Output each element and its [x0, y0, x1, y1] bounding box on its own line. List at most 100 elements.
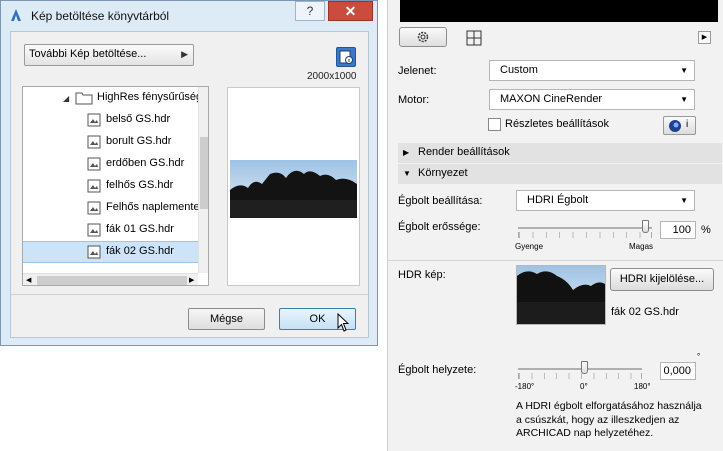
hdr-file-icon	[87, 157, 101, 171]
rotation-mid-label: 0°	[580, 382, 588, 391]
file-name: fák 02 GS.hdr	[106, 245, 174, 257]
hdr-file-name: fák 02 GS.hdr	[611, 306, 679, 318]
rotation-min-label: -180°	[515, 382, 535, 391]
scene-value: Custom	[500, 64, 538, 76]
scroll-right-icon[interactable]: ▶	[189, 276, 194, 284]
hdr-file-icon	[87, 245, 101, 259]
render-preview-strip	[400, 0, 718, 22]
degree-unit: °	[697, 352, 701, 361]
sky-strength-thumb[interactable]	[642, 220, 649, 233]
file-name: Felhős naplemente G	[106, 201, 209, 213]
render-settings-label: Render beállítások	[418, 146, 510, 158]
hdr-image-thumbnail	[516, 265, 606, 325]
file-name: felhős GS.hdr	[106, 179, 174, 191]
sky-position-input[interactable]: 0,000	[660, 362, 696, 380]
sky-position-track[interactable]	[518, 368, 642, 370]
environment-section[interactable]: ▼ Környezet	[398, 164, 722, 184]
info-letter: i	[686, 119, 689, 130]
archicad-app-icon	[9, 8, 23, 22]
sky-position-ticks	[518, 373, 642, 379]
hdr-preview-image	[230, 160, 357, 218]
percent-unit: %	[701, 224, 711, 236]
file-row[interactable]: borult GS.hdr	[23, 131, 198, 153]
dropdown-arrow-icon: ▼	[680, 95, 688, 104]
hdr-file-icon	[87, 135, 101, 149]
hdr-thumbnail-image	[517, 266, 605, 324]
sky-strength-label: Égbolt erőssége:	[398, 221, 481, 233]
image-info-button[interactable]	[336, 47, 356, 67]
file-row[interactable]: fák 01 GS.hdr	[23, 219, 198, 241]
hdr-file-icon	[87, 201, 101, 215]
engine-dropdown[interactable]: MAXON CineRender ▼	[489, 89, 695, 110]
load-image-dialog: Kép betöltése könyvtárból ? ✕ További Ké…	[0, 0, 378, 346]
scroll-left-icon[interactable]: ◀	[26, 276, 31, 284]
sky-strength-input[interactable]: 100	[660, 221, 696, 239]
cancel-button[interactable]: Mégse	[188, 308, 265, 330]
sky-settings-label: Égbolt beállítása:	[398, 195, 483, 207]
scene-label: Jelenet:	[398, 65, 437, 77]
expanded-triangle-icon[interactable]: ◢	[63, 94, 69, 103]
render-settings-section[interactable]: ▶ Render beállítások	[398, 143, 722, 163]
folder-name: HighRes fénysűrűség	[97, 91, 203, 103]
chevron-right-icon: ▶	[181, 49, 188, 59]
panel-expand-button[interactable]: ▶	[698, 31, 711, 44]
select-hdri-button[interactable]: HDRI kijelölése...	[610, 268, 714, 291]
load-more-images-label: További Kép betöltése...	[29, 48, 147, 60]
dialog-client-area: További Kép betöltése... ▶ 2000x1000 ◢ H…	[10, 31, 369, 338]
engine-value: MAXON CineRender	[500, 93, 603, 105]
hdr-file-icon	[87, 223, 101, 237]
file-row[interactable]: felhős GS.hdr	[23, 175, 198, 197]
section-divider	[388, 260, 723, 261]
file-row-selected[interactable]: fák 02 GS.hdr	[23, 241, 198, 263]
document-info-icon	[339, 50, 353, 64]
file-row[interactable]: Felhős naplemente G	[23, 197, 208, 219]
load-more-images-button[interactable]: További Kép betöltése... ▶	[24, 44, 194, 66]
help-button[interactable]: ?	[295, 1, 325, 21]
close-button[interactable]: ✕	[328, 1, 373, 21]
file-row[interactable]: erdőben GS.hdr	[23, 153, 198, 175]
folder-row[interactable]: ◢ HighRes fénysűrűség	[23, 87, 202, 109]
hdr-image-label: HDR kép:	[398, 269, 446, 281]
hdr-file-icon	[87, 113, 101, 127]
sky-settings-dropdown[interactable]: HDRI Égbolt ▼	[516, 190, 695, 211]
dialog-title: Kép betöltése könyvtárból	[31, 9, 170, 23]
hdr-file-icon	[87, 179, 101, 193]
image-dimensions: 2000x1000	[307, 71, 357, 82]
dropdown-arrow-icon: ▼	[680, 66, 688, 75]
sky-settings-value: HDRI Égbolt	[527, 194, 589, 206]
file-name: fák 01 GS.hdr	[106, 223, 174, 235]
strong-label: Magas	[629, 242, 654, 251]
vertical-scrollbar[interactable]	[198, 87, 208, 273]
file-name: belső GS.hdr	[106, 113, 171, 125]
cinerender-logo-icon	[669, 120, 681, 132]
mouse-cursor-icon	[337, 313, 350, 332]
environment-label: Környezet	[418, 167, 468, 179]
scene-dropdown[interactable]: Custom ▼	[489, 60, 695, 81]
sky-strength-track[interactable]	[518, 227, 652, 229]
folder-icon	[75, 92, 93, 105]
dialog-separator	[11, 294, 368, 295]
sky-position-label: Égbolt helyzete:	[398, 364, 477, 376]
file-tree-list[interactable]: ◢ HighRes fénysűrűség belső GS.hdr borul…	[22, 86, 209, 286]
file-row[interactable]: belső GS.hdr	[23, 109, 198, 131]
weak-label: Gyenge	[515, 242, 544, 251]
dropdown-arrow-icon: ▼	[680, 196, 688, 205]
tab-settings[interactable]	[399, 27, 447, 47]
grid-icon[interactable]	[466, 30, 482, 46]
detailed-settings-label: Részletes beállítások	[505, 118, 609, 130]
rotation-max-label: 180°	[634, 382, 651, 391]
gear-icon	[417, 31, 429, 43]
sky-strength-ticks	[518, 232, 652, 238]
engine-label: Motor:	[398, 94, 430, 106]
engine-info-button[interactable]: i	[663, 116, 696, 135]
file-name: borult GS.hdr	[106, 135, 172, 147]
horizontal-scroll-thumb[interactable]	[37, 276, 187, 285]
horizontal-scrollbar[interactable]: ◀ ▶	[23, 273, 198, 285]
render-settings-panel: ▶ Jelenet: Custom ▼ Motor: MAXON CineRen…	[387, 0, 723, 451]
expanded-triangle-icon: ▼	[403, 169, 411, 178]
vertical-scroll-thumb[interactable]	[200, 137, 208, 209]
detailed-settings-checkbox[interactable]	[488, 118, 501, 131]
collapsed-triangle-icon: ▶	[403, 148, 410, 157]
dialog-titlebar[interactable]: Kép betöltése könyvtárból ? ✕	[1, 1, 377, 29]
sky-position-thumb[interactable]	[581, 361, 588, 374]
